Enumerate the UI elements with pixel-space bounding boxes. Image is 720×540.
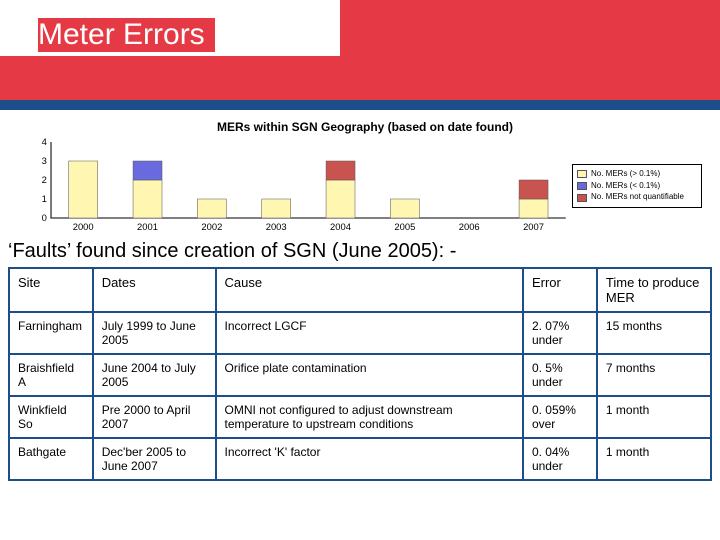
svg-text:2003: 2003 <box>266 222 287 232</box>
legend-item: No. MERs (> 0.1%) <box>577 169 697 180</box>
table-row: Braishfield AJune 2004 to July 2005Orifi… <box>9 354 711 396</box>
legend-swatch-icon <box>577 170 587 178</box>
cell-cause: Incorrect 'K' factor <box>216 438 523 480</box>
cell-dates: June 2004 to July 2005 <box>93 354 216 396</box>
legend-label: No. MERs (> 0.1%) <box>591 169 660 180</box>
svg-text:1: 1 <box>42 194 47 204</box>
svg-text:0: 0 <box>42 213 47 223</box>
table-row: BathgateDec'ber 2005 to June 2007Incorre… <box>9 438 711 480</box>
cell-time: 1 month <box>597 438 711 480</box>
cell-error: 0. 059% over <box>523 396 597 438</box>
cell-site: Braishfield A <box>9 354 93 396</box>
cell-site: Winkfield So <box>9 396 93 438</box>
legend-item: No. MERs (< 0.1%) <box>577 181 697 192</box>
legend-item: No. MERs not quantifiable <box>577 192 697 203</box>
svg-text:2004: 2004 <box>330 222 351 232</box>
cell-error: 0. 04% under <box>523 438 597 480</box>
legend-label: No. MERs not quantifiable <box>591 192 684 203</box>
chart-legend: No. MERs (> 0.1%)No. MERs (< 0.1%)No. ME… <box>572 164 702 208</box>
cell-time: 1 month <box>597 396 711 438</box>
table-row: Winkfield SoPre 2000 to April 2007OMNI n… <box>9 396 711 438</box>
svg-text:2007: 2007 <box>523 222 544 232</box>
svg-text:3: 3 <box>42 156 47 166</box>
cell-error: 0. 5% under <box>523 354 597 396</box>
chart-title: MERs within SGN Geography (based on date… <box>28 120 702 134</box>
cell-error: 2. 07% under <box>523 312 597 354</box>
page-title: Meter Errors <box>38 18 215 52</box>
svg-text:2005: 2005 <box>394 222 415 232</box>
chart-area: MERs within SGN Geography (based on date… <box>0 110 720 234</box>
svg-text:2006: 2006 <box>459 222 480 232</box>
col-error: Error <box>523 268 597 312</box>
cell-cause: OMNI not configured to adjust downstream… <box>216 396 523 438</box>
cell-dates: Dec'ber 2005 to June 2007 <box>93 438 216 480</box>
col-time: Time to produce MER <box>597 268 711 312</box>
cell-cause: Incorrect LGCF <box>216 312 523 354</box>
cell-site: Farningham <box>9 312 93 354</box>
legend-swatch-icon <box>577 194 587 202</box>
legend-label: No. MERs (< 0.1%) <box>591 181 660 192</box>
svg-text:4: 4 <box>42 138 47 147</box>
cell-site: Bathgate <box>9 438 93 480</box>
header-band: Meter Errors <box>0 0 720 100</box>
cell-dates: July 1999 to June 2005 <box>93 312 216 354</box>
col-cause: Cause <box>216 268 523 312</box>
bar-chart: 0 1 2 3 4 2000 2001 2002 2003 2004 2005 2006 2007 <box>28 138 572 234</box>
divider-stripe <box>0 100 720 110</box>
cell-time: 15 months <box>597 312 711 354</box>
faults-table: Site Dates Cause Error Time to produce M… <box>8 267 712 481</box>
cell-time: 7 months <box>597 354 711 396</box>
col-site: Site <box>9 268 93 312</box>
col-dates: Dates <box>93 268 216 312</box>
svg-text:2: 2 <box>42 175 47 185</box>
table-row: FarninghamJuly 1999 to June 2005Incorrec… <box>9 312 711 354</box>
cell-dates: Pre 2000 to April 2007 <box>93 396 216 438</box>
sub-heading: ‘Faults’ found since creation of SGN (Ju… <box>0 234 720 267</box>
svg-text:2002: 2002 <box>201 222 222 232</box>
svg-text:2001: 2001 <box>137 222 158 232</box>
svg-text:2000: 2000 <box>73 222 94 232</box>
cell-cause: Orifice plate contamination <box>216 354 523 396</box>
legend-swatch-icon <box>577 182 587 190</box>
